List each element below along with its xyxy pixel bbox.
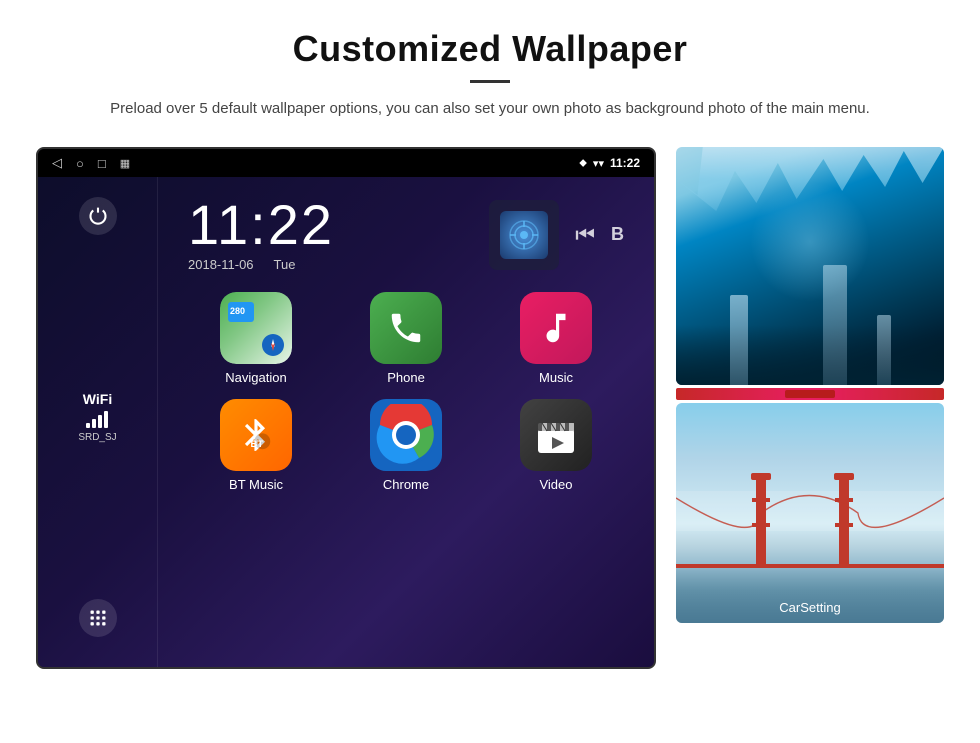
app-icon-phone (370, 292, 442, 364)
wallpaper-bridge[interactable]: CarSetting (676, 403, 944, 623)
nav-back-icon[interactable]: ◁ (52, 155, 62, 171)
app-item-btmusic[interactable]: BT BT Music (188, 399, 324, 492)
app-icon-btmusic: BT (220, 399, 292, 471)
clock-day: Tue (274, 257, 296, 272)
title-divider (470, 80, 510, 83)
status-time: 11:22 (610, 156, 640, 170)
main-area: 11:22 2018-11-06 Tue (158, 177, 654, 667)
app-label-btmusic: BT Music (229, 477, 283, 492)
app-grid: Navigation Phone (158, 282, 654, 512)
app-item-phone[interactable]: Phone (338, 292, 474, 385)
app-icon-navigation (220, 292, 292, 364)
carsetting-label: CarSetting (676, 600, 944, 615)
wifi-info: WiFi SRD_SJ (78, 391, 116, 443)
app-label-video: Video (539, 477, 572, 492)
media-icon-box (489, 200, 559, 270)
page-description: Preload over 5 default wallpaper options… (80, 97, 900, 121)
app-item-video[interactable]: Video (488, 399, 624, 492)
app-item-navigation[interactable]: Navigation (188, 292, 324, 385)
nav-screenshot-icon[interactable]: ▦ (120, 157, 130, 170)
wallpaper-strip (676, 388, 944, 400)
content-area: ◁ ○ □ ▦ ⬥ ▾▾ 11:22 WiFi (0, 147, 980, 669)
prev-track-button[interactable]: ⏮ (575, 222, 595, 248)
next-letter-button[interactable]: B (611, 224, 624, 245)
wifi-bar-1 (86, 423, 90, 428)
app-label-phone: Phone (387, 370, 425, 385)
main-screen: WiFi SRD_SJ (38, 177, 654, 667)
svg-text:BT: BT (250, 439, 263, 450)
app-item-music[interactable]: Music (488, 292, 624, 385)
status-bar-right: ⬥ ▾▾ 11:22 (579, 156, 640, 170)
wifi-bar-2 (92, 419, 96, 428)
clock-date-row: 2018-11-06 Tue (188, 257, 334, 272)
status-bar: ◁ ○ □ ▦ ⬥ ▾▾ 11:22 (38, 149, 654, 177)
app-label-music: Music (539, 370, 573, 385)
location-icon: ⬥ (579, 157, 587, 170)
app-label-navigation: Navigation (225, 370, 286, 385)
page-header: Customized Wallpaper Preload over 5 defa… (0, 0, 980, 139)
app-item-chrome[interactable]: Chrome (338, 399, 474, 492)
page-title: Customized Wallpaper (80, 28, 900, 70)
power-button[interactable] (79, 197, 117, 235)
nav-home-icon[interactable]: ○ (76, 156, 84, 171)
media-controls: ⏮ B (489, 200, 624, 270)
device-mockup: ◁ ○ □ ▦ ⬥ ▾▾ 11:22 WiFi (36, 147, 656, 669)
wifi-ssid: SRD_SJ (78, 432, 116, 443)
status-bar-nav: ◁ ○ □ ▦ (52, 155, 130, 171)
clock-time: 11:22 (188, 197, 334, 253)
media-icon (500, 211, 548, 259)
wifi-label: WiFi (78, 391, 116, 407)
clock-block: 11:22 2018-11-06 Tue (188, 197, 334, 272)
app-icon-chrome (370, 399, 442, 471)
wallpaper-ice[interactable] (676, 147, 944, 385)
app-icon-music (520, 292, 592, 364)
clock-date: 2018-11-06 (188, 257, 254, 272)
nav-compass (262, 334, 284, 356)
sidebar: WiFi SRD_SJ (38, 177, 158, 667)
wifi-bar-4 (104, 411, 108, 428)
wifi-status-icon: ▾▾ (593, 157, 604, 170)
nav-recent-icon[interactable]: □ (98, 156, 106, 171)
apps-grid-button[interactable] (79, 599, 117, 637)
app-label-chrome: Chrome (383, 477, 429, 492)
wifi-bars (78, 411, 116, 428)
wifi-bar-3 (98, 415, 102, 428)
clock-area: 11:22 2018-11-06 Tue (158, 177, 654, 282)
wallpaper-panel: CarSetting (676, 147, 944, 669)
app-icon-video (520, 399, 592, 471)
